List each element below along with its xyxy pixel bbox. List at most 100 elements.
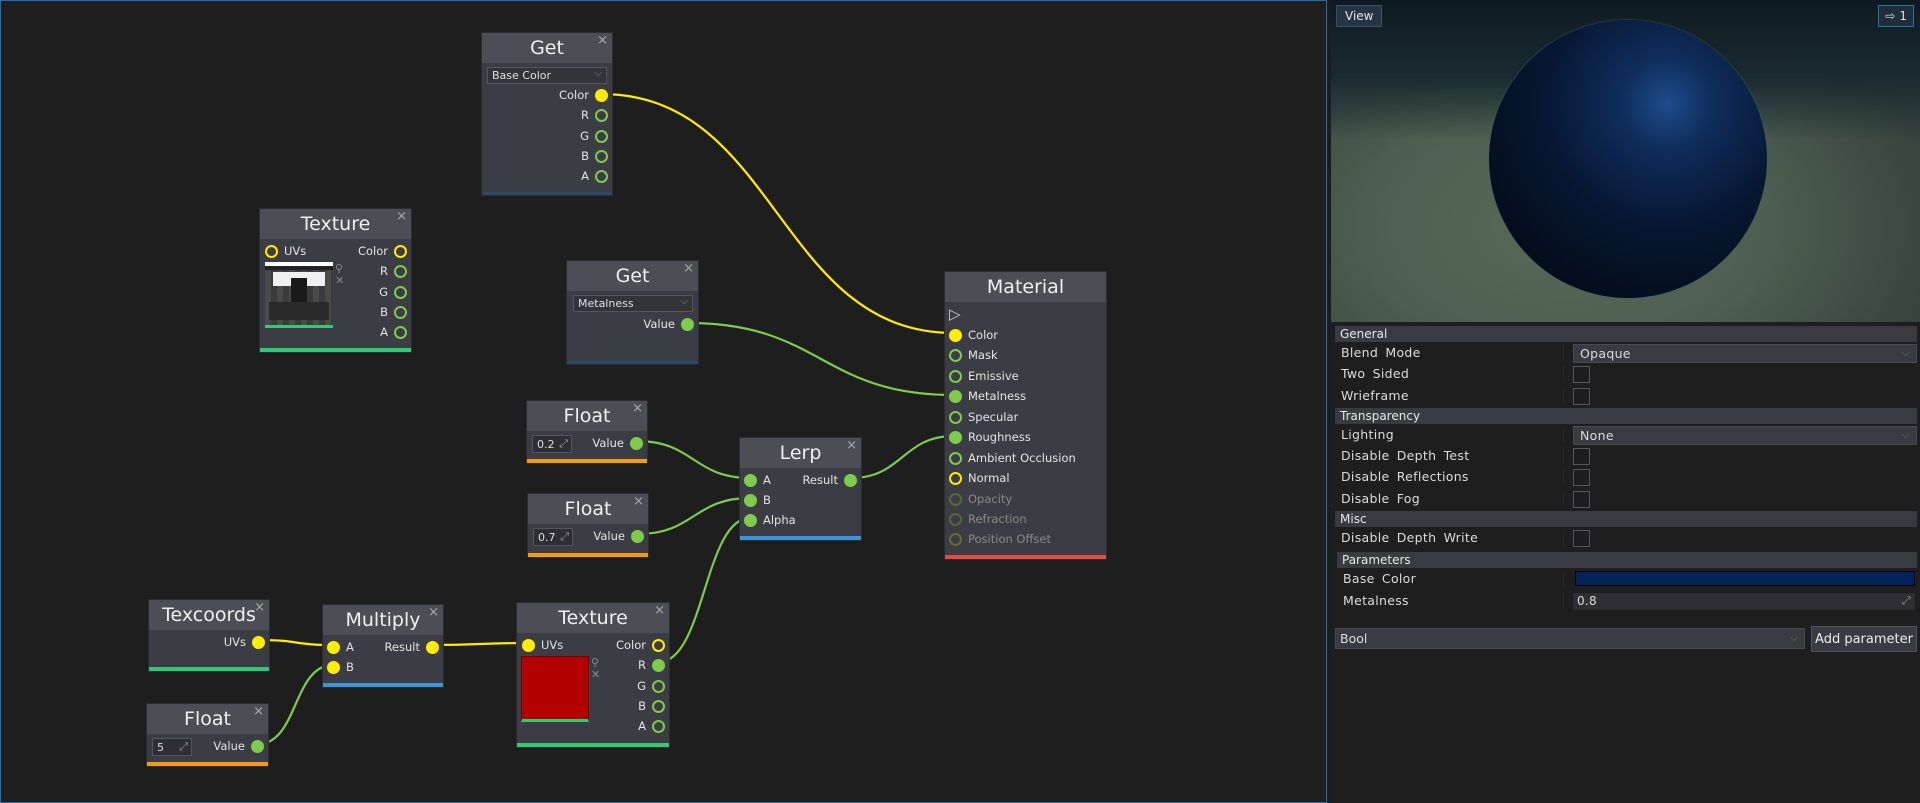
pin-icon[interactable] <box>394 285 407 299</box>
expand-icon[interactable]: ⤢ <box>560 530 569 544</box>
parameter-select[interactable]: Base Color ⌵ <box>487 67 607 84</box>
output-pin-color[interactable]: Color <box>559 87 608 103</box>
input-pin-color[interactable]: Color <box>949 327 998 343</box>
close-icon[interactable]: × <box>597 34 608 47</box>
disable-depth-test-checkbox[interactable] <box>1573 448 1590 466</box>
pin-icon[interactable] <box>652 679 665 693</box>
output-pin-a[interactable]: A <box>380 324 407 340</box>
close-icon[interactable]: × <box>254 601 265 614</box>
two-sided-checkbox[interactable] <box>1573 366 1590 384</box>
pin-icon[interactable] <box>595 129 608 143</box>
pin-icon[interactable] <box>394 264 407 278</box>
input-pin-uvs[interactable]: UVs <box>265 243 306 259</box>
node-header[interactable]: Get × <box>567 261 698 291</box>
section-transparency[interactable]: Transparency <box>1335 407 1917 424</box>
node-header[interactable]: Float × <box>147 704 268 734</box>
texture-thumbnail[interactable] <box>265 262 333 328</box>
close-icon[interactable]: × <box>846 439 857 452</box>
input-pin-opacity[interactable]: Opacity <box>949 491 1012 507</box>
pin-icon[interactable] <box>949 532 962 546</box>
node-header[interactable]: Multiply × <box>323 605 443 635</box>
input-pin-b[interactable]: B <box>327 659 354 675</box>
close-icon[interactable]: × <box>683 262 694 275</box>
pin-icon[interactable] <box>949 492 962 506</box>
view-menu-button[interactable]: View <box>1336 5 1383 27</box>
expand-icon[interactable]: ⤢ <box>1902 594 1911 608</box>
pin-icon[interactable] <box>652 638 665 652</box>
metalness-input[interactable]: 0.8 ⤢ <box>1573 592 1915 610</box>
pin-icon[interactable] <box>652 699 665 713</box>
node-graph-canvas[interactable]: Get × Base Color ⌵ Color R G B A Texture × … <box>0 0 1327 803</box>
disable-depth-write-checkbox[interactable] <box>1573 530 1590 548</box>
output-pin-g[interactable]: G <box>637 678 665 694</box>
pin-icon[interactable] <box>949 369 962 383</box>
input-pin-b[interactable]: B <box>744 492 771 508</box>
pin-icon[interactable] <box>744 513 757 527</box>
disable-reflections-checkbox[interactable] <box>1573 469 1590 487</box>
input-pin-specular[interactable]: Specular <box>949 409 1018 425</box>
output-pin-color[interactable]: Color <box>616 637 665 653</box>
expand-icon[interactable]: ⤢ <box>559 437 568 451</box>
close-icon[interactable]: × <box>396 210 407 223</box>
node-header[interactable]: Float × <box>527 401 647 431</box>
remove-icon[interactable]: ✕ <box>335 275 344 287</box>
input-pin-a[interactable]: A <box>744 472 771 488</box>
pin-icon[interactable] <box>595 169 608 183</box>
pin-icon[interactable] <box>595 108 608 122</box>
close-icon[interactable]: × <box>633 495 644 508</box>
output-pin-b[interactable]: B <box>638 698 665 714</box>
node-header[interactable]: Lerp × <box>740 438 861 468</box>
float-value-input[interactable]: 0.7 ⤢ <box>533 528 573 546</box>
output-pin-color[interactable]: Color <box>358 243 407 259</box>
pin-icon[interactable] <box>744 473 757 487</box>
pin-icon[interactable] <box>744 493 757 507</box>
pin-icon[interactable] <box>327 660 340 674</box>
output-pin-b[interactable]: B <box>581 148 608 164</box>
output-pin-result[interactable]: Result <box>802 472 857 488</box>
output-pin-value[interactable]: Value <box>643 316 694 332</box>
output-pin-a[interactable]: A <box>638 718 665 734</box>
camera-speed-button[interactable]: ⇨ 1 <box>1878 5 1914 27</box>
pin-icon[interactable] <box>652 658 665 672</box>
close-icon[interactable]: × <box>632 402 643 415</box>
input-pin-uvs[interactable]: UVs <box>522 637 563 653</box>
output-pin-value[interactable]: Value <box>593 528 644 544</box>
output-pin-g[interactable]: G <box>580 128 608 144</box>
input-pin-mask[interactable]: Mask <box>949 347 998 363</box>
pin-icon[interactable] <box>265 244 278 258</box>
texture-node[interactable]: Texture × UVs Color R G B A ⚲ ✕ <box>516 602 670 748</box>
output-pin-r[interactable]: R <box>581 107 608 123</box>
section-general[interactable]: General <box>1335 326 1917 342</box>
blend-mode-dropdown[interactable]: Opaque ⌵ <box>1573 344 1917 363</box>
pin-icon[interactable] <box>522 638 535 652</box>
pin-icon[interactable] <box>595 88 608 102</box>
node-header[interactable]: Texcoords × <box>149 600 269 630</box>
base-color-swatch[interactable] <box>1575 571 1915 587</box>
exec-pin[interactable]: ▷ <box>949 305 961 323</box>
pin-icon[interactable] <box>949 471 962 485</box>
float-value-input[interactable]: 5 ⤢ <box>152 738 192 756</box>
pin-icon[interactable] <box>252 635 265 649</box>
pin-icon[interactable] <box>652 719 665 733</box>
add-parameter-button[interactable]: Add parameter <box>1811 626 1917 652</box>
remove-icon[interactable]: ✕ <box>591 669 600 681</box>
pin-icon[interactable] <box>949 389 962 403</box>
output-pin-uvs[interactable]: UVs <box>224 634 265 650</box>
input-pin-roughness[interactable]: Roughness <box>949 429 1031 445</box>
output-pin-a[interactable]: A <box>581 168 608 184</box>
output-pin-r[interactable]: R <box>380 263 407 279</box>
parameter-type-dropdown[interactable]: Bool ⌵ <box>1335 628 1805 649</box>
input-pin-alpha[interactable]: Alpha <box>744 512 796 528</box>
node-header[interactable]: Get × <box>482 33 612 63</box>
float-node[interactable]: Float × 5 ⤢ Value <box>146 703 269 767</box>
input-pin-ambient-occlusion[interactable]: Ambient Occlusion <box>949 450 1076 466</box>
get-base-color-node[interactable]: Get × Base Color ⌵ Color R G B A <box>481 32 613 196</box>
pin-icon[interactable] <box>394 325 407 339</box>
pin-icon[interactable] <box>949 451 962 465</box>
float-value-input[interactable]: 0.2 ⤢ <box>532 435 572 453</box>
output-pin-value[interactable]: Value <box>592 435 643 451</box>
close-icon[interactable]: × <box>428 606 439 619</box>
multiply-node[interactable]: Multiply × A B Result <box>322 604 444 688</box>
node-header[interactable]: Texture × <box>260 209 411 239</box>
input-pin-a[interactable]: A <box>327 639 354 655</box>
